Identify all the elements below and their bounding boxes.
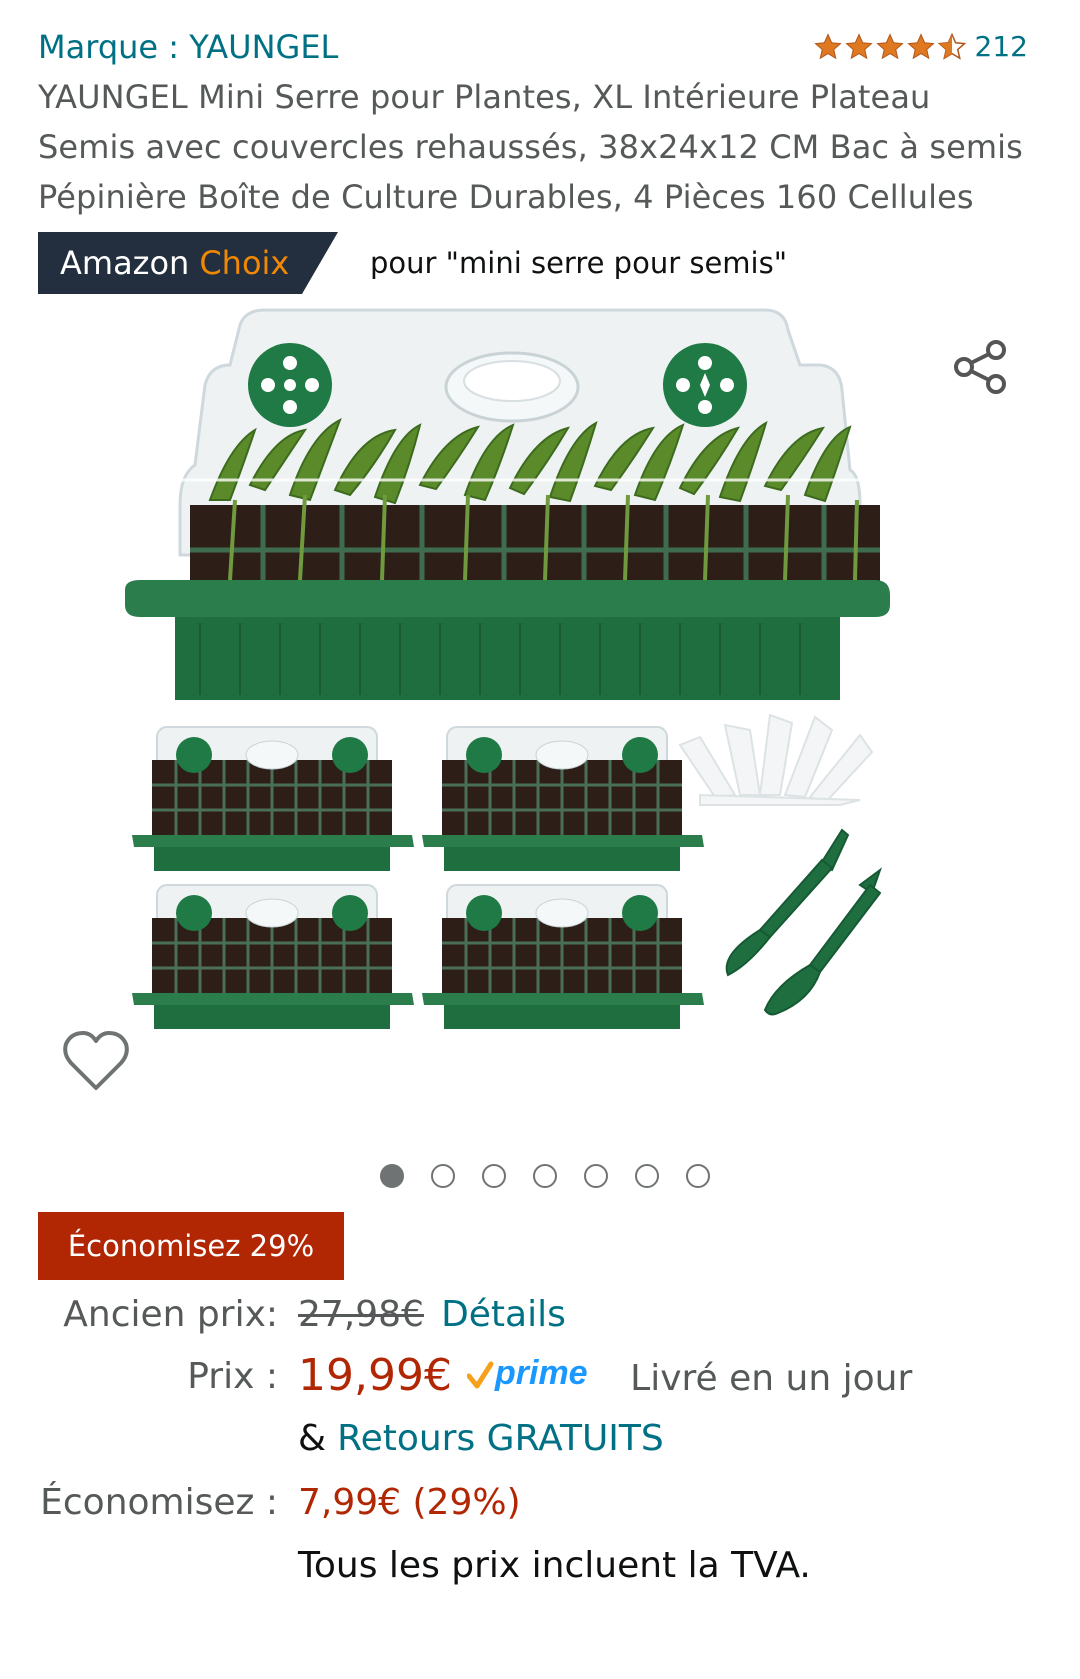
star-full-icon <box>906 32 935 59</box>
price-label: Prix : <box>187 1356 278 1397</box>
carousel-dot[interactable] <box>686 1164 710 1188</box>
product-image[interactable] <box>120 305 940 1105</box>
savings-amount: 7,99€ (29%) <box>298 1482 521 1523</box>
carousel-dot[interactable] <box>482 1164 506 1188</box>
prime-text: prime <box>494 1354 588 1392</box>
image-carousel-dots[interactable] <box>0 1164 1080 1188</box>
old-price-label: Ancien prix: <box>63 1294 278 1335</box>
carousel-dot[interactable] <box>380 1164 404 1188</box>
star-full-icon <box>844 32 873 59</box>
product-title: YAUNGEL Mini Serre pour Plantes, XL Inté… <box>38 78 1023 216</box>
carousel-dot[interactable] <box>584 1164 608 1188</box>
old-price-row: 27,98€ Détails <box>298 1294 566 1335</box>
plant-labels <box>678 713 874 806</box>
rating-count[interactable]: 212 <box>975 30 1028 63</box>
current-price: 19,99€ <box>298 1350 452 1401</box>
old-price: 27,98€ <box>298 1294 424 1335</box>
heart-icon <box>63 1031 129 1090</box>
rating-summary[interactable]: 212 <box>813 30 1028 63</box>
current-price-row: 19,99€ prime Livré en un jour <box>298 1350 912 1402</box>
amazon-choice-badge[interactable]: Amazon Choix <box>38 232 338 294</box>
free-returns-link[interactable]: Retours GRATUITS <box>337 1418 664 1459</box>
returns-ampersand: & <box>298 1418 327 1459</box>
star-half-icon <box>937 32 966 60</box>
savings-value: 7,99€ (29%) <box>298 1482 521 1523</box>
share-button[interactable] <box>948 335 1012 399</box>
star-rating <box>813 32 967 62</box>
tax-note-row: Tous les prix incluent la TVA. <box>298 1545 811 1586</box>
delivery-text: Livré en un jour <box>630 1358 913 1399</box>
carousel-dot[interactable] <box>431 1164 455 1188</box>
carousel-dot[interactable] <box>533 1164 557 1188</box>
add-to-wishlist-button[interactable] <box>62 1030 130 1094</box>
prime-badge: prime <box>466 1354 607 1402</box>
choice-badge-prefix: Amazon <box>60 244 190 282</box>
choice-badge-highlight: Choix <box>199 244 290 282</box>
tax-note: Tous les prix incluent la TVA. <box>298 1545 811 1586</box>
star-full-icon <box>813 32 842 59</box>
returns-row: & Retours GRATUITS <box>298 1418 664 1459</box>
prime-check-icon: prime <box>466 1354 588 1392</box>
product-image-gallery[interactable] <box>0 305 1080 1125</box>
garden-tools <box>725 828 883 1016</box>
star-full-icon <box>875 32 904 59</box>
share-icon <box>954 340 1006 394</box>
choice-query: pour "mini serre pour semis" <box>370 246 788 280</box>
brand-link[interactable]: Marque : YAUNGEL <box>38 28 338 66</box>
savings-label: Économisez : <box>40 1482 278 1523</box>
savings-badge: Économisez 29% <box>38 1212 344 1280</box>
small-trays <box>132 726 704 1029</box>
brand-rating-row: Marque : YAUNGEL 212 <box>38 26 1042 70</box>
details-link[interactable]: Détails <box>441 1294 566 1335</box>
amazon-choice-row: Amazon Choix pour "mini serre pour semis… <box>38 232 787 294</box>
large-seed-tray <box>125 308 890 700</box>
carousel-dot[interactable] <box>635 1164 659 1188</box>
